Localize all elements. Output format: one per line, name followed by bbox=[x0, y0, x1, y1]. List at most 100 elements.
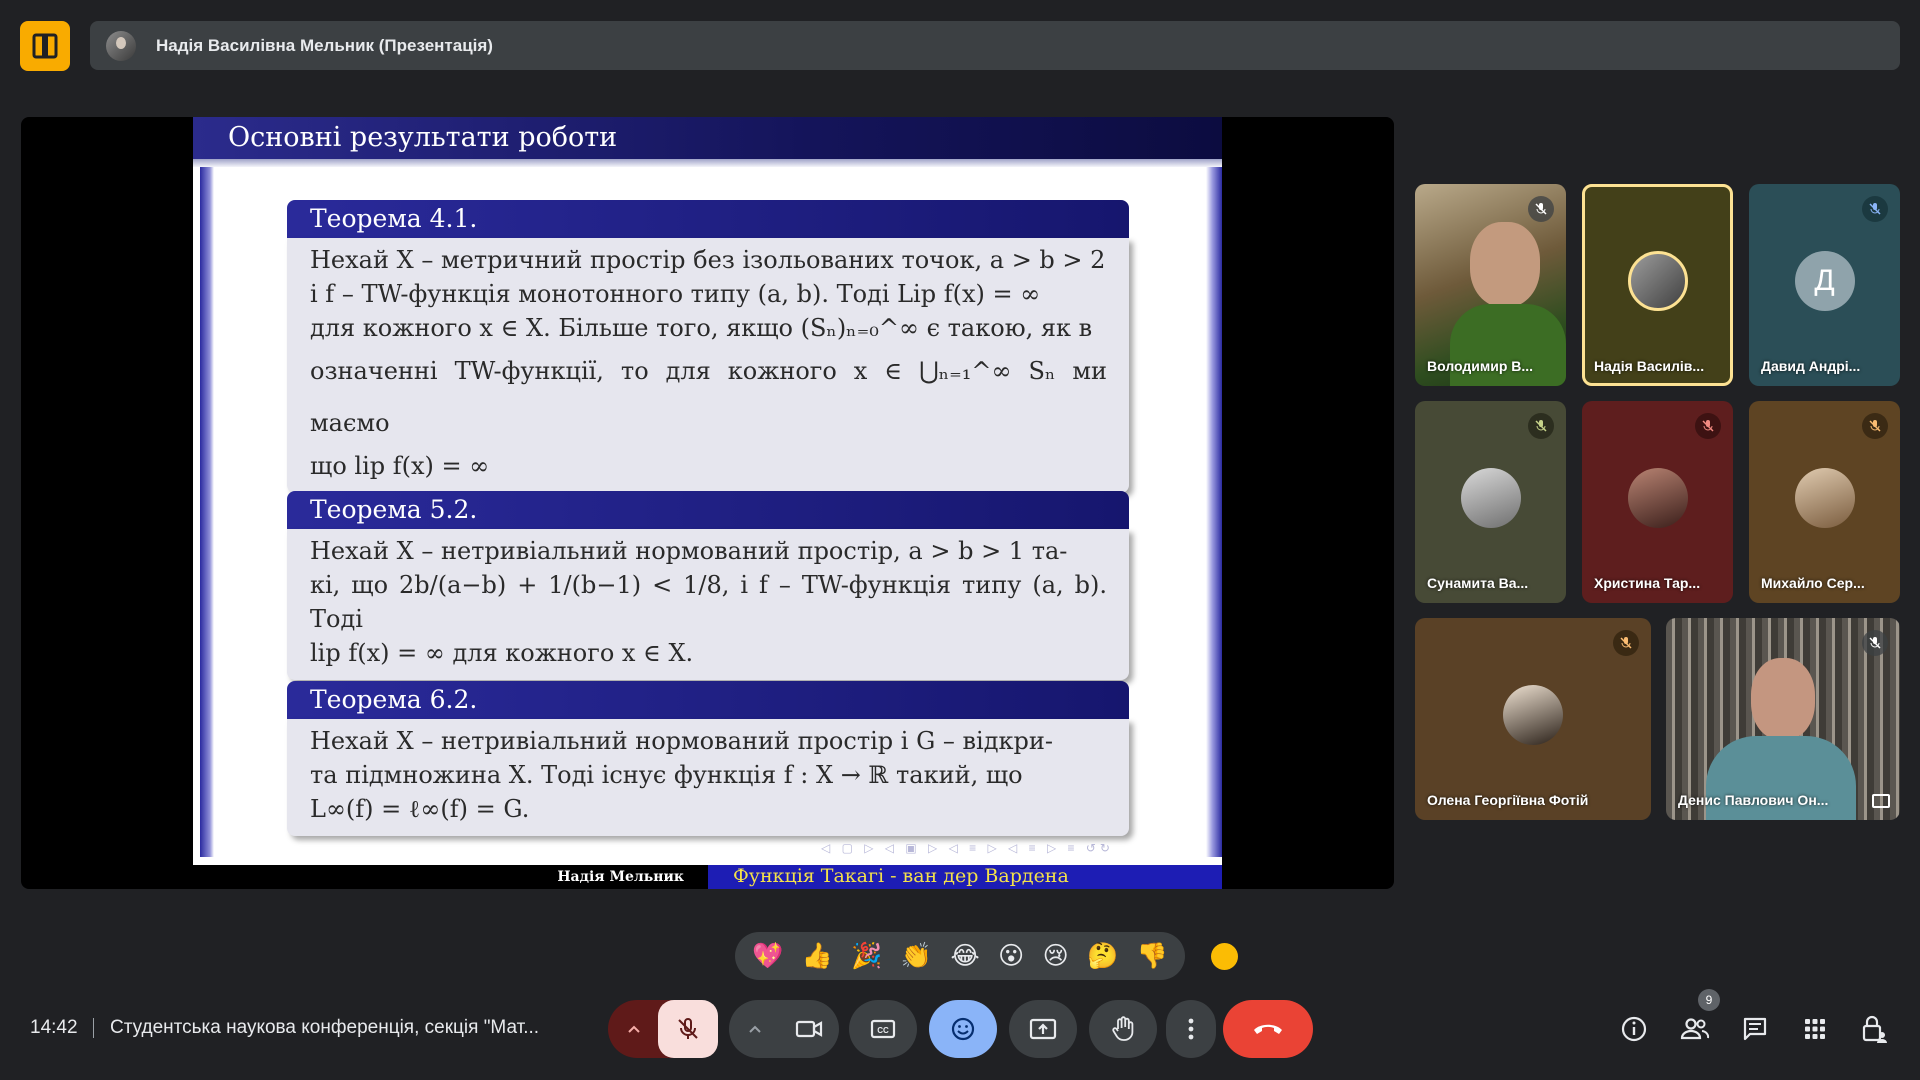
participant-tile[interactable]: Олена Георгіївна Фотій bbox=[1415, 618, 1651, 820]
participant-avatar bbox=[1794, 468, 1855, 528]
slide-left-bar bbox=[200, 167, 214, 857]
theorem-title: Теорема 4.1. bbox=[287, 200, 1129, 238]
presentation-stage[interactable]: Основні результати роботи Теорема 4.1. Н… bbox=[21, 117, 1394, 889]
reaction-heart[interactable]: 💖 bbox=[752, 943, 783, 969]
beamer-nav-icons: ◁ ▢ ▷ ◁ ▣ ▷ ◁ ≡ ▷ ◁ ≡ ▷ ≡ ↺↻ bbox=[821, 841, 1114, 855]
apps-grid-icon bbox=[1805, 1019, 1825, 1039]
mic-off-icon bbox=[1613, 630, 1639, 656]
reaction-party[interactable]: 🎉 bbox=[851, 943, 882, 969]
participant-name: Денис Павлович Он... bbox=[1678, 792, 1829, 808]
chat-icon bbox=[1743, 1017, 1767, 1041]
meeting-time: 14:42 bbox=[30, 1017, 78, 1038]
present-button[interactable] bbox=[1009, 1000, 1077, 1058]
host-controls-button[interactable] bbox=[1858, 1012, 1892, 1046]
participant-avatar bbox=[1460, 468, 1521, 528]
theorem-block: Теорема 4.1. Нехай X – метричний простір… bbox=[287, 200, 1129, 493]
mic-off-icon bbox=[1862, 196, 1888, 222]
slide-header: Основні результати роботи bbox=[193, 117, 1222, 159]
chat-button[interactable] bbox=[1738, 1012, 1772, 1046]
participant-name: Михайло Сер... bbox=[1761, 575, 1865, 591]
reactions-bar: 💖 👍 🎉 👏 😂 😮 😢 🤔 👎 bbox=[735, 932, 1185, 980]
pip-icon[interactable] bbox=[1872, 794, 1890, 808]
participant-name: Христина Тар... bbox=[1594, 575, 1701, 591]
participant-tile[interactable]: Михайло Сер... bbox=[1749, 401, 1900, 603]
leave-call-button[interactable] bbox=[1223, 1000, 1313, 1058]
theorem-line: для кожного x ∈ X. Більше того, якщо (Sₙ… bbox=[310, 314, 1093, 342]
meet-app: Надія Василівна Мельник (Презентація) Ос… bbox=[0, 0, 1920, 1080]
participant-name: Надія Василів... bbox=[1594, 358, 1705, 374]
captions-icon: CC bbox=[870, 1019, 896, 1039]
theorem-line: що lip f(x) = ∞ bbox=[310, 452, 490, 480]
theorem-block: Теорема 6.2. Нехай X – нетривіальний нор… bbox=[287, 681, 1129, 836]
participant-tile[interactable]: Денис Павлович Он... bbox=[1666, 618, 1900, 820]
skin-tone-selector[interactable] bbox=[1211, 943, 1238, 970]
meet-logo[interactable] bbox=[20, 21, 70, 71]
participant-tile[interactable]: Христина Тар... bbox=[1582, 401, 1733, 603]
meeting-info-button[interactable] bbox=[1617, 1012, 1651, 1046]
theorem-line: означенні TW-функції, то для кожного x ∈… bbox=[310, 357, 1108, 437]
participant-name: Давид Андрі... bbox=[1761, 358, 1861, 374]
reaction-thinking[interactable]: 🤔 bbox=[1087, 943, 1118, 969]
participants-count-badge: 9 bbox=[1698, 989, 1720, 1011]
participant-tile[interactable]: Д Давид Андрі... bbox=[1749, 184, 1900, 386]
theorem-line: і f – TW-функція монотонного типу (a, b)… bbox=[310, 280, 1041, 308]
camera-button[interactable] bbox=[779, 1000, 839, 1058]
participant-avatar: Д bbox=[1794, 251, 1855, 311]
chevron-up-icon[interactable] bbox=[729, 1000, 781, 1058]
mic-control-group bbox=[608, 1000, 718, 1058]
slide-footer-title: Функція Такагі - ван дер Вардена bbox=[708, 865, 1222, 889]
theorem-body: Нехай X – нетривіальний нормований прост… bbox=[287, 529, 1129, 680]
mic-off-icon bbox=[678, 1018, 698, 1039]
presenter-title: Надія Василівна Мельник (Презентація) bbox=[156, 35, 493, 55]
participant-name: Володимир В... bbox=[1427, 358, 1534, 374]
participant-video bbox=[1470, 222, 1540, 307]
reaction-sad[interactable]: 😢 bbox=[1043, 943, 1069, 969]
theorem-line: та підмножина X. Тоді існує функція f : … bbox=[310, 761, 1023, 789]
theorem-block: Теорема 5.2. Нехай X – нетривіальний нор… bbox=[287, 491, 1129, 680]
reaction-laugh[interactable]: 😂 bbox=[950, 943, 979, 969]
theorem-line: Нехай X – нетривіальний нормований прост… bbox=[310, 537, 1068, 565]
captions-button[interactable]: CC bbox=[849, 1000, 917, 1058]
participant-name: Олена Георгіївна Фотій bbox=[1427, 792, 1589, 808]
svg-text:CC: CC bbox=[877, 1026, 889, 1035]
theorem-title: Теорема 5.2. bbox=[287, 491, 1129, 529]
reaction-thumbs-down[interactable]: 👎 bbox=[1137, 943, 1168, 969]
participant-tile[interactable]: Сунамита Ва... bbox=[1415, 401, 1566, 603]
participant-avatar bbox=[1627, 468, 1688, 528]
reaction-surprised[interactable]: 😮 bbox=[998, 943, 1024, 969]
raise-hand-button[interactable] bbox=[1089, 1000, 1157, 1058]
participant-avatar bbox=[1627, 251, 1688, 311]
presentation-bar: Надія Василівна Мельник (Презентація) bbox=[90, 21, 1900, 70]
people-button[interactable] bbox=[1678, 1012, 1712, 1046]
theorem-line: кі, що 2b/(a−b) + 1/(b−1) < 1/8, і f – T… bbox=[310, 571, 1107, 633]
theorem-line: L∞(f) = ℓ∞(f) = G. bbox=[310, 795, 530, 823]
divider bbox=[93, 1018, 94, 1038]
participant-video bbox=[1751, 658, 1815, 740]
reaction-thumbs-up[interactable]: 👍 bbox=[802, 943, 833, 969]
slide-right-bar bbox=[1206, 167, 1222, 857]
theorem-line: Нехай X – метричний простір без ізольова… bbox=[310, 246, 1106, 274]
activities-button[interactable] bbox=[1798, 1012, 1832, 1046]
emoji-icon bbox=[951, 1017, 975, 1041]
mic-off-icon bbox=[1528, 413, 1554, 439]
participant-tile[interactable]: Володимир В... bbox=[1415, 184, 1566, 386]
theorem-body: Нехай X – нетривіальний нормований прост… bbox=[287, 719, 1129, 836]
present-icon bbox=[1029, 1018, 1057, 1040]
emoji-button[interactable] bbox=[929, 1000, 997, 1058]
participant-tile[interactable]: Надія Василів... bbox=[1582, 184, 1733, 386]
presenter-avatar bbox=[106, 30, 136, 61]
camera-control-group bbox=[729, 1000, 839, 1058]
slide-footer-author: Надія Мельник bbox=[193, 865, 708, 889]
chevron-up-icon[interactable] bbox=[608, 1000, 660, 1058]
info-icon bbox=[1621, 1016, 1647, 1042]
more-options-button[interactable] bbox=[1166, 1000, 1216, 1058]
mic-button[interactable] bbox=[658, 1000, 718, 1058]
slide: Основні результати роботи Теорема 4.1. Н… bbox=[193, 117, 1222, 889]
participant-name: Сунамита Ва... bbox=[1427, 575, 1529, 591]
hang-up-icon bbox=[1254, 1024, 1282, 1034]
speaking-indicator bbox=[1695, 196, 1721, 222]
reaction-clap[interactable]: 👏 bbox=[901, 943, 932, 969]
theorem-line: Нехай X – нетривіальний нормований прост… bbox=[310, 727, 1053, 755]
mic-off-icon bbox=[1528, 196, 1554, 222]
camera-icon bbox=[795, 1020, 823, 1038]
